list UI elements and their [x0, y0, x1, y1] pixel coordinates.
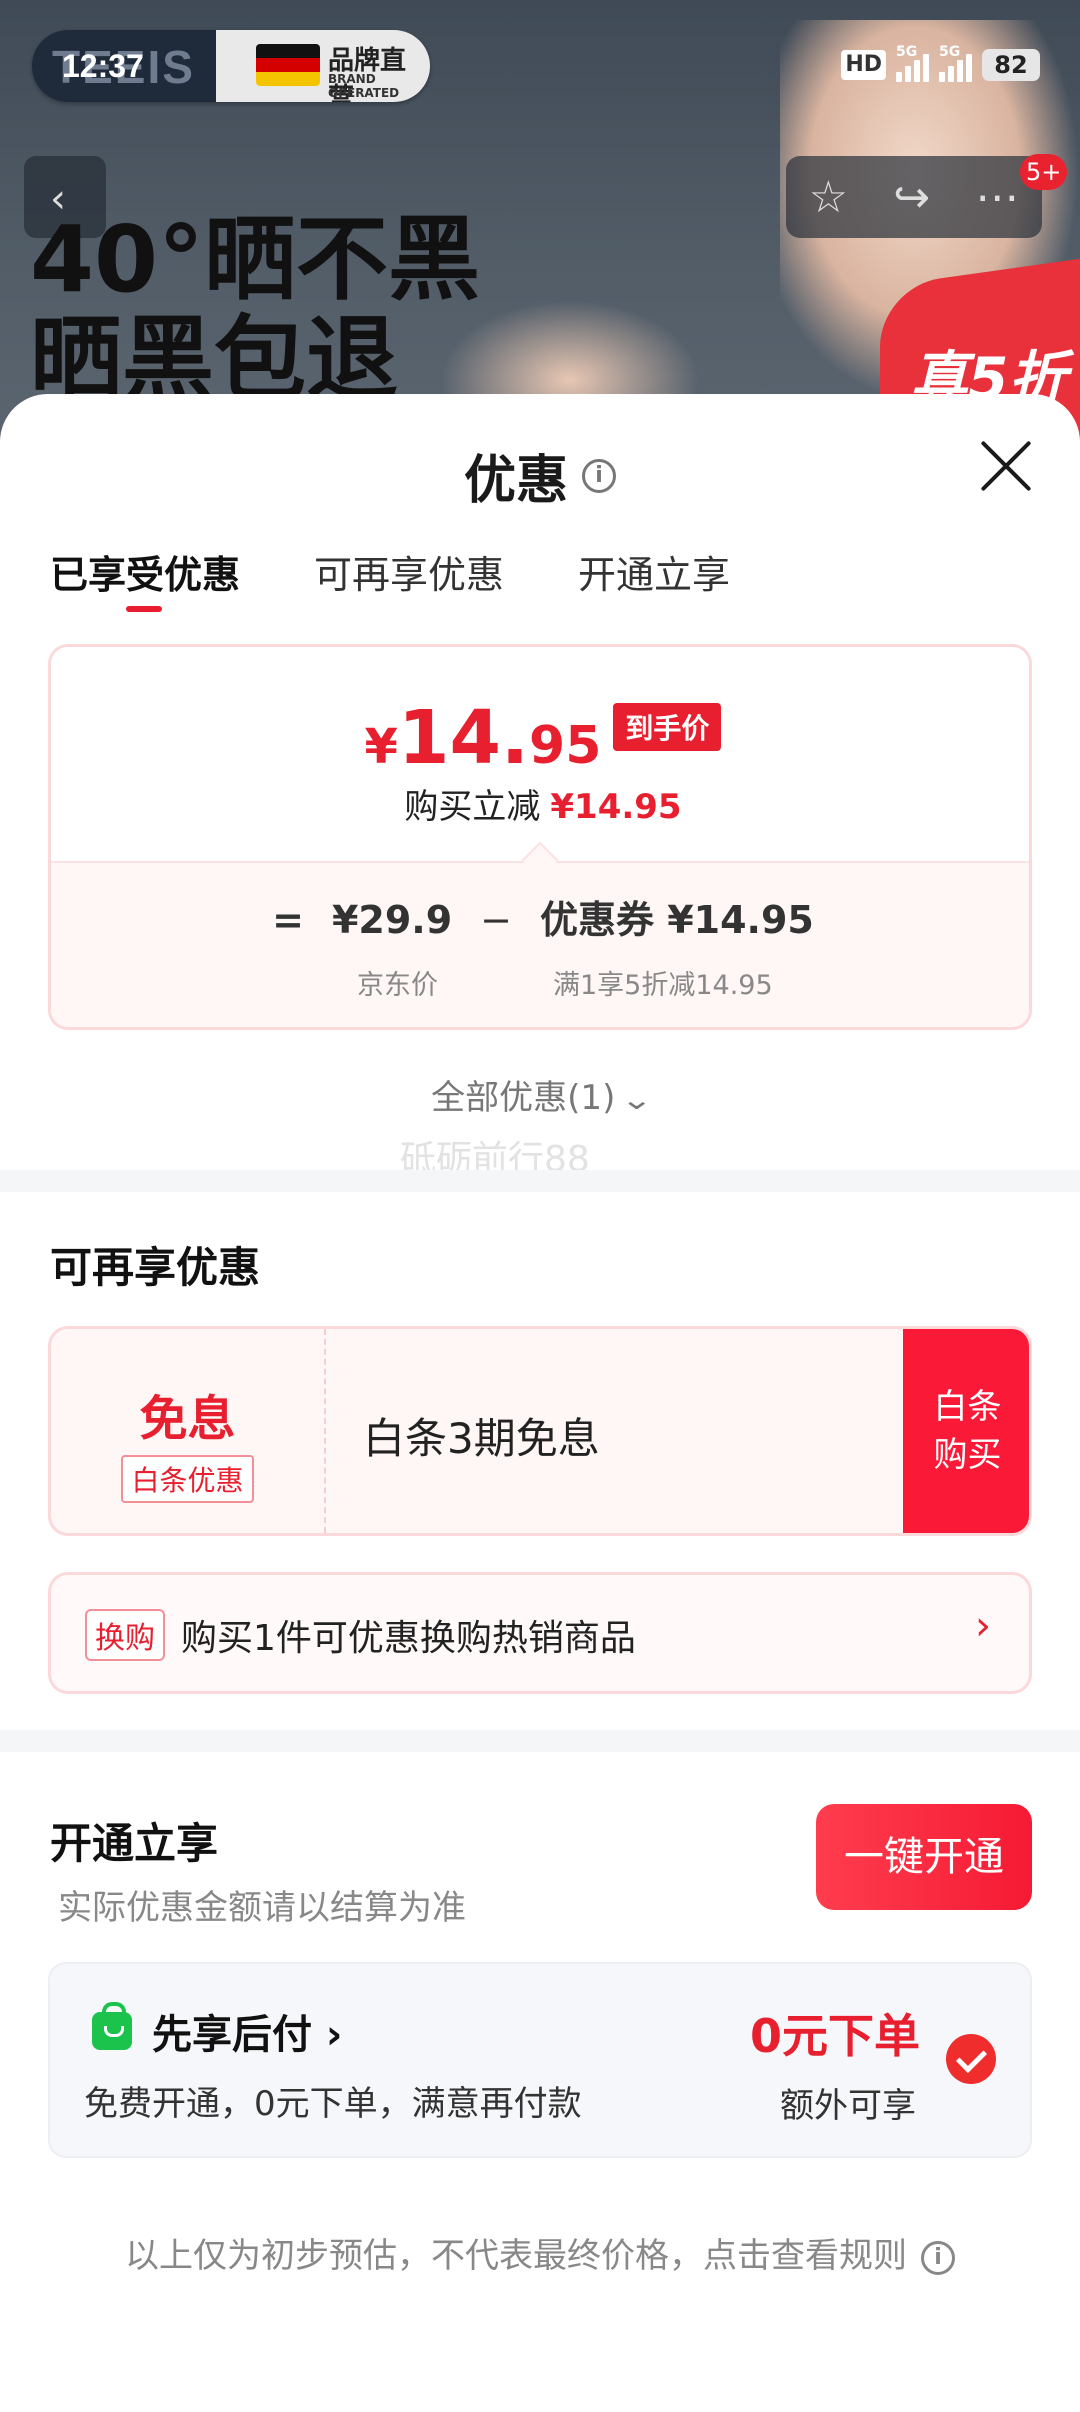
bnpl-desc: 免费开通，0元下单，满意再付款 — [84, 2084, 582, 2124]
section-title-open: 开通立享 — [50, 1819, 219, 1868]
coupon-note: 满1享5折减14.95 — [553, 970, 773, 1001]
tab-more[interactable]: 可再享优惠 — [314, 544, 504, 599]
baitiao-tag: 白条优惠 — [121, 1455, 254, 1503]
info-icon[interactable]: i — [921, 2240, 955, 2275]
instant-discount: 购买立减 ¥14.95 — [404, 787, 682, 827]
share-icon[interactable]: ↪ — [893, 172, 930, 223]
star-icon[interactable]: ☆ — [809, 172, 848, 223]
screen: TEEIS 品牌直营 BRAND OPERATED 12:37 HD 5G 5G… — [0, 0, 1080, 2412]
baitiao-buy-button[interactable]: 白条 购买 — [903, 1329, 1029, 1533]
tab-bar: 已享受优惠 可再享优惠 开通立享 — [50, 544, 730, 612]
status-icons: HD 5G 5G 82 — [841, 44, 1040, 82]
section-title-more: 可再享优惠 — [50, 1243, 261, 1292]
coupon-value: 优惠券 ¥14.95 — [540, 898, 814, 942]
open-subtitle: 实际优惠金额请以结算为准 — [58, 1888, 466, 1928]
swap-offer[interactable]: 换购 购买1件可优惠换购热销商品 › — [48, 1572, 1032, 1694]
battery-icon: 82 — [982, 49, 1040, 81]
info-icon[interactable]: i — [582, 458, 616, 493]
germany-flag-icon — [256, 44, 320, 86]
check-icon[interactable] — [946, 2034, 996, 2084]
network-label: 5G — [896, 44, 918, 60]
bnpl-title[interactable]: 先享后付 › — [152, 2002, 342, 2060]
sheet-title: 优惠 i — [0, 438, 1080, 513]
header-actions: ☆ ↪ ⋯ — [786, 156, 1042, 238]
product-slogan: 40°晒不黑 晒黑包退 — [30, 206, 481, 413]
close-button[interactable] — [978, 438, 1034, 494]
interest-free-label: 免息 — [139, 1391, 236, 1447]
jd-price: ¥29.9 — [331, 898, 453, 942]
chevron-right-icon: › — [975, 1603, 991, 1649]
shopping-bag-icon — [92, 2002, 132, 2050]
more-icon[interactable]: ⋯ — [975, 172, 1019, 223]
swap-text: 购买1件可优惠换购热销商品 — [181, 1618, 636, 1659]
all-discounts-toggle[interactable]: 全部优惠(1) ⌄ — [0, 1070, 1080, 1119]
price-formula: = ¥29.9− 优惠券 ¥14.95 京东价 满1享5折减14.95 — [51, 861, 1029, 1027]
status-time: 12:37 — [62, 48, 144, 84]
price-card: ¥14.95 到手价 购买立减 ¥14.95 = ¥29.9− 优惠券 ¥14.95 京… — [48, 644, 1032, 1030]
signal-icon: 5G — [896, 44, 929, 82]
price-tag: 到手价 — [613, 703, 722, 751]
product-header: TEEIS 品牌直营 BRAND OPERATED 12:37 HD 5G 5G… — [0, 0, 1080, 440]
chevron-down-icon: ⌄ — [620, 1083, 654, 1116]
baitiao-offer: 免息 白条优惠 白条3期免息 白条 购买 — [48, 1326, 1032, 1536]
footer-note[interactable]: 以上仅为初步预估，不代表最终价格，点击查看规则 i — [0, 2228, 1080, 2277]
jd-price-note: 京东价 — [357, 970, 438, 1001]
discount-sheet: 优惠 i 已享受优惠 可再享优惠 开通立享 ¥14.95 到手价 购买立减 ¥14.9… — [0, 394, 1080, 2412]
brand-badge-subtitle: BRAND OPERATED — [328, 72, 400, 100]
bnpl-zero: 0元下单 — [750, 2009, 921, 2063]
one-click-open-button[interactable]: 一键开通 — [816, 1804, 1032, 1910]
signal-icon-2: 5G — [939, 44, 972, 82]
tab-open[interactable]: 开通立享 — [578, 544, 730, 599]
bnpl-card[interactable]: 先享后付 › 免费开通，0元下单，满意再付款 0元下单 额外可享 — [48, 1962, 1032, 2158]
baitiao-desc: 白条3期免息 — [363, 1414, 600, 1463]
network-label-2: 5G — [939, 44, 961, 60]
final-price: ¥14.95 到手价 — [51, 695, 1029, 781]
hd-icon: HD — [841, 50, 886, 80]
section-divider — [0, 1170, 1080, 1192]
bnpl-extra: 额外可享 — [780, 2086, 916, 2126]
swap-tag: 换购 — [85, 1609, 165, 1661]
notification-badge: 5+ — [1020, 154, 1068, 190]
tab-enjoyed[interactable]: 已享受优惠 — [50, 544, 240, 612]
section-divider-2 — [0, 1730, 1080, 1752]
